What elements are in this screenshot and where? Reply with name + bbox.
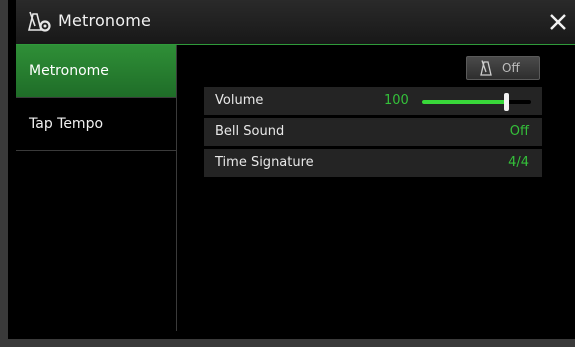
sidebar-item-label: Tap Tempo (29, 116, 104, 132)
sidebar: Metronome Tap Tempo (16, 45, 177, 331)
param-row-time-signature[interactable]: Time Signature 4/4 (204, 149, 542, 177)
title-bar: Metronome (16, 0, 575, 45)
volume-slider-thumb[interactable] (503, 93, 509, 111)
param-name: Time Signature (215, 155, 314, 170)
toggle-label: Off (502, 61, 520, 75)
sidebar-item-tap-tempo[interactable]: Tap Tempo (16, 98, 176, 151)
app-frame: Metronome Metronome Tap Tempo Off Volume… (0, 0, 575, 347)
metronome-settings-icon (27, 11, 51, 32)
param-value: Off (509, 124, 529, 139)
param-row-bell-sound[interactable]: Bell Sound Off (204, 118, 542, 146)
metronome-toggle-button[interactable]: Off (466, 56, 540, 80)
window-title: Metronome (58, 11, 152, 30)
sidebar-item-metronome[interactable]: Metronome (16, 45, 176, 98)
param-row-volume[interactable]: Volume 100 (204, 87, 542, 115)
volume-slider-fill (422, 100, 506, 104)
sidebar-item-label: Metronome (29, 63, 109, 79)
parameter-list: Volume 100 Bell Sound Off Time Signature… (204, 87, 542, 180)
param-value: 4/4 (508, 155, 529, 170)
volume-slider[interactable] (422, 93, 531, 111)
close-icon[interactable] (545, 9, 571, 35)
param-name: Volume (215, 93, 264, 108)
main-panel: Off Volume 100 Bell Sound Off Time Signa… (177, 45, 575, 331)
param-name: Bell Sound (215, 124, 285, 139)
metronome-icon (480, 60, 492, 76)
param-value: 100 (384, 93, 409, 108)
